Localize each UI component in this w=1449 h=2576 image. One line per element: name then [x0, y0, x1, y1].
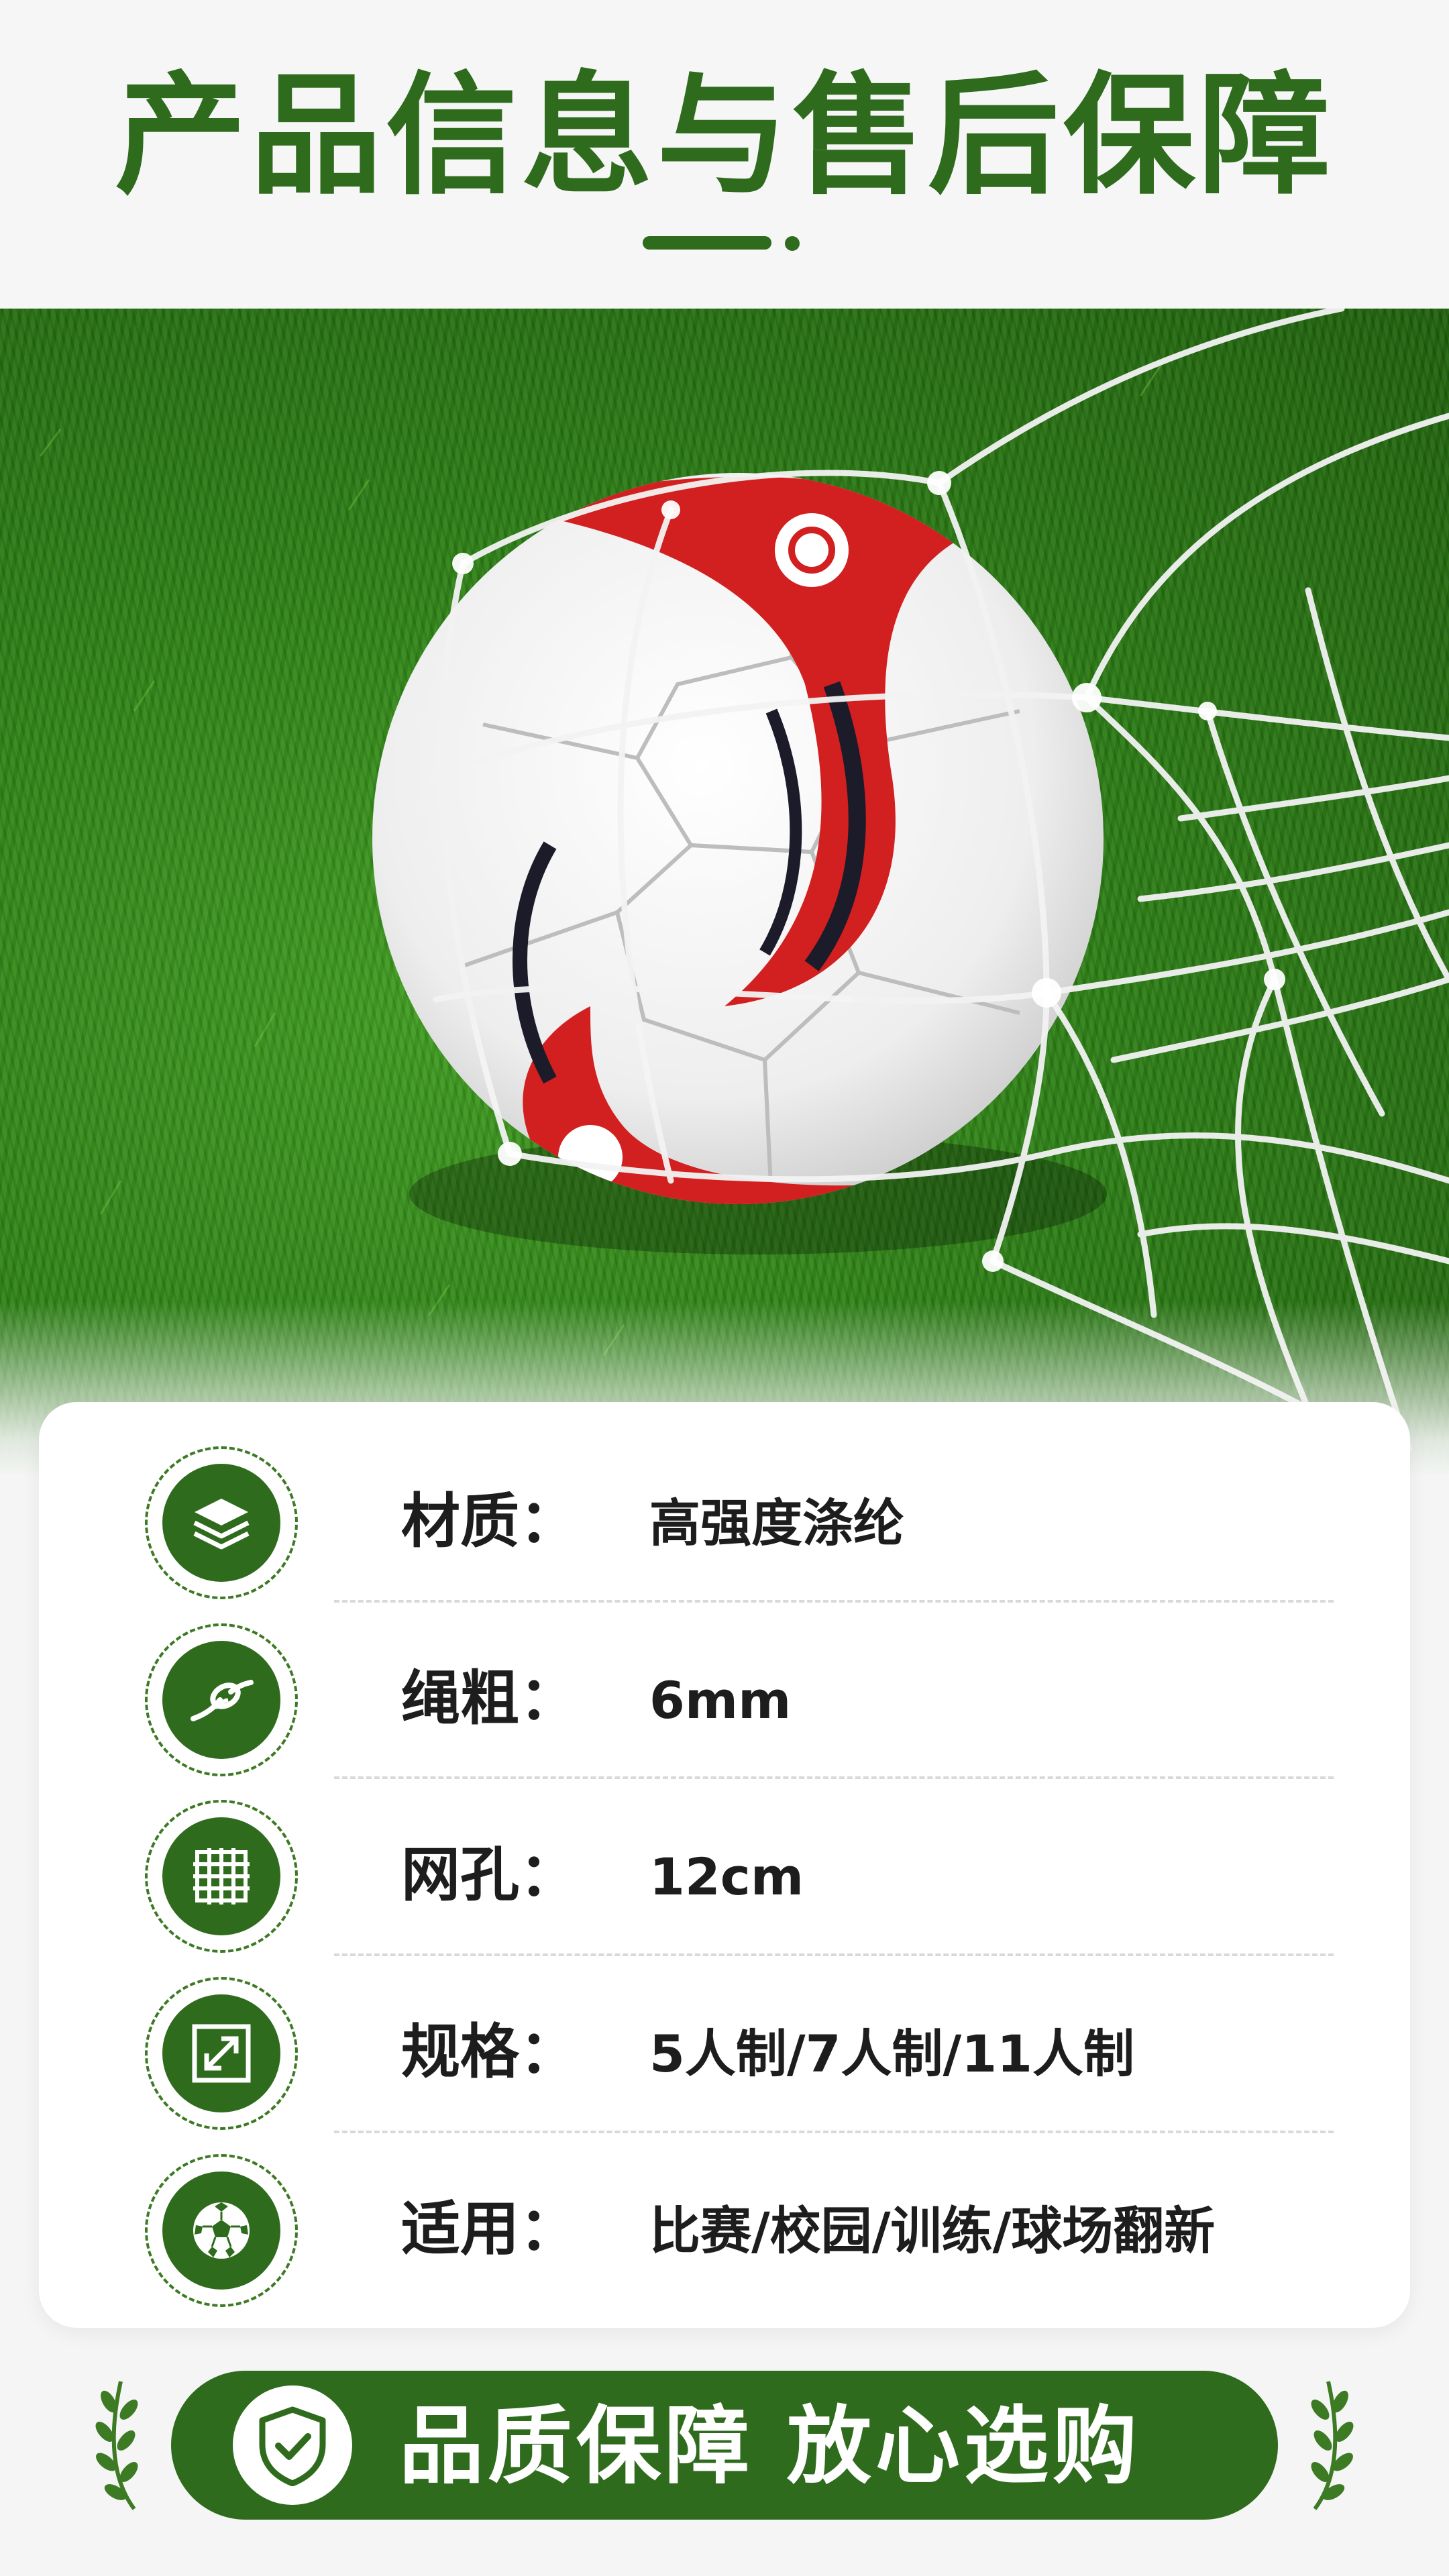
- banner-badge: [233, 2385, 352, 2505]
- spec-icon-ring: [145, 2154, 298, 2307]
- spec-divider: [334, 1953, 1334, 1956]
- spec-key: 网孔：: [401, 1840, 579, 1909]
- banner-text: 品质保障 放心选购: [399, 2397, 1141, 2496]
- spec-key: 绳粗：: [401, 1664, 579, 1733]
- spec-row-mesh-size: 网孔： 12cm: [39, 1788, 1410, 1966]
- spec-divider: [334, 1600, 1334, 1603]
- title-underline-dot: [785, 236, 800, 251]
- spec-row-material: 材质： 高强度涤纶: [39, 1434, 1410, 1612]
- spec-row-usage: 适用： 比赛/校园/训练/球场翻新: [39, 2142, 1410, 2320]
- spec-row-specification: 规格： 5人制/7人制/11人制: [39, 1965, 1410, 2143]
- spec-value: 12cm: [649, 1847, 804, 1907]
- spec-icon-ring: [145, 1446, 298, 1599]
- spec-icon-ring: [145, 1623, 298, 1776]
- spec-value: 高强度涤纶: [649, 1493, 904, 1553]
- title-underline: [643, 236, 771, 250]
- laurel-right-icon: [1311, 2381, 1354, 2510]
- spec-divider: [334, 1776, 1334, 1779]
- rope-knot-icon: [191, 1680, 254, 1721]
- expand-icon: [192, 2024, 251, 2083]
- grid-icon: [193, 1848, 250, 1904]
- spec-divider: [334, 2131, 1334, 2133]
- soccer-ball-net-illustration: [39, 309, 1449, 1452]
- page-title: 产品信息与售后保障: [114, 60, 1334, 213]
- spec-key: 材质：: [401, 1487, 579, 1556]
- spec-card: 材质： 高强度涤纶 绳粗： 6mm 网孔： 12cm 规格： 5人制/7人制/1…: [39, 1402, 1410, 2328]
- spec-value: 6mm: [649, 1670, 792, 1730]
- product-photo: [0, 309, 1449, 1476]
- spec-row-rope-thickness: 绳粗： 6mm: [39, 1611, 1410, 1789]
- spec-value: 5人制/7人制/11人制: [649, 2024, 1135, 2084]
- spec-value: 比赛/校园/训练/球场翻新: [649, 2201, 1216, 2261]
- spec-icon-ring: [145, 1800, 298, 1953]
- spec-key: 规格：: [401, 2017, 579, 2086]
- laurel-left-icon: [95, 2381, 138, 2510]
- spec-key: 适用：: [401, 2194, 579, 2263]
- quality-guarantee-banner: 品质保障 放心选购: [171, 2371, 1278, 2520]
- soccer-ball-icon: [193, 2202, 250, 2259]
- shield-check-icon: [259, 2406, 326, 2486]
- layers-icon: [193, 1499, 250, 1550]
- header: 产品信息与售后保障: [0, 0, 1449, 309]
- spec-icon-ring: [145, 1977, 298, 2130]
